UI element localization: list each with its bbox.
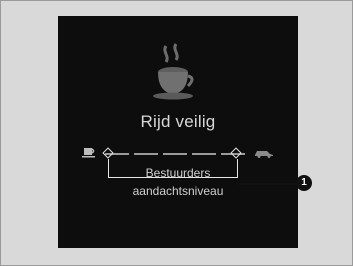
level-segment — [192, 153, 216, 155]
level-marker-right — [230, 147, 242, 159]
level-label-line1: Bestuurders — [145, 166, 211, 180]
coffee-cup-icon — [82, 148, 95, 158]
display-screen: Rijd veilig Bestuurders aandachtsniveau — [58, 16, 298, 248]
figure-frame: Rijd veilig Bestuurders aandachtsniveau … — [0, 0, 353, 266]
callout-leader-line — [239, 183, 295, 185]
level-segment — [163, 153, 187, 155]
status-title: Rijd veilig — [140, 112, 216, 131]
car-icon — [255, 151, 273, 158]
level-marker-left — [102, 147, 114, 159]
level-label-line2: aandachtsniveau — [132, 184, 224, 198]
attention-level-bar — [105, 153, 245, 155]
level-segment — [134, 153, 158, 155]
coffee-cup-icon — [153, 43, 194, 100]
callout-number-badge: 1 — [296, 175, 312, 191]
